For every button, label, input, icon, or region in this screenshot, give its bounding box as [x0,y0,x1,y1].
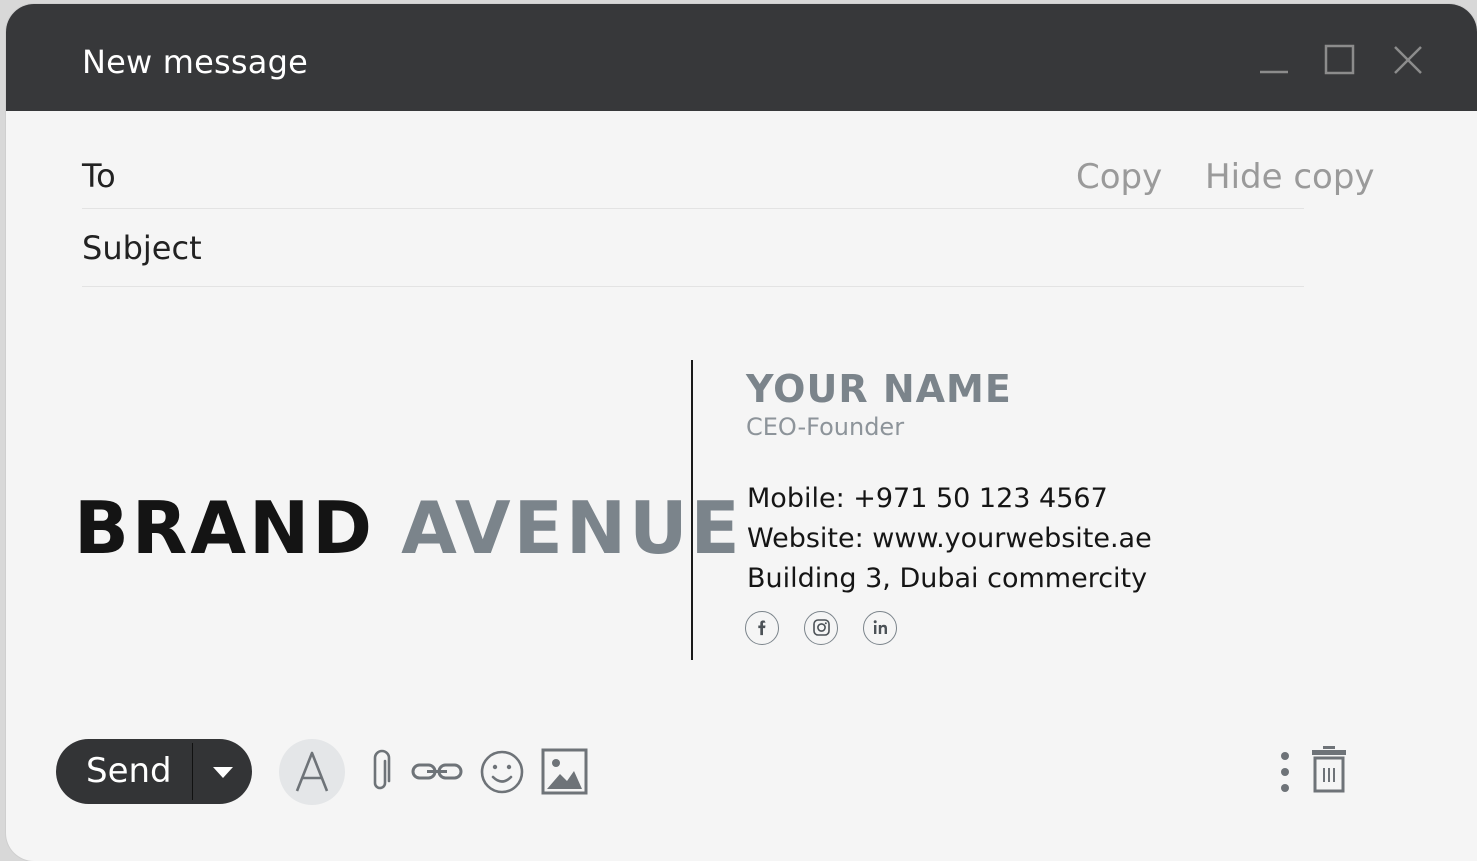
to-label[interactable]: To [82,156,116,196]
send-button-group: Send [56,739,252,804]
to-divider [82,208,1304,209]
send-button[interactable]: Send [86,751,172,791]
send-options-button[interactable] [193,739,252,804]
minimize-button[interactable] [1252,40,1296,84]
insert-image-button[interactable] [536,744,592,800]
brand-logo: BRAND AVENUE [74,488,743,568]
brand-first-word: BRAND [74,486,376,570]
image-icon [541,748,588,795]
window-title: New message [82,43,308,81]
emoji-button[interactable] [474,744,530,800]
attach-button[interactable] [353,744,409,800]
signature-role: CEO-Founder [746,413,905,441]
linkedin-icon[interactable] [863,611,897,645]
signature-name: YOUR NAME [746,367,1012,411]
copy-link[interactable]: Copy [1076,156,1162,198]
text-format-icon [295,751,329,792]
subject-divider [82,286,1304,287]
compose-window: New message To Copy Hide copy Subject BR… [6,4,1477,861]
chevron-down-icon [213,767,233,778]
emoji-icon [480,750,524,794]
facebook-icon[interactable] [745,611,779,645]
trash-icon [1312,746,1346,793]
signature-mobile: Mobile: +971 50 123 4567 [747,483,1108,514]
signature-address: Building 3, Dubai commercity [747,563,1148,594]
maximize-icon [1324,44,1355,75]
signature-divider [691,360,693,660]
subject-label[interactable]: Subject [82,228,202,268]
signature-website[interactable]: Website: www.yourwebsite.ae [747,522,1152,556]
instagram-icon[interactable] [804,611,838,645]
maximize-button[interactable] [1318,40,1362,84]
discard-button[interactable] [1300,744,1356,800]
text-format-button[interactable] [279,739,345,805]
attachment-icon [373,749,391,790]
close-button[interactable] [1386,40,1430,84]
title-bar: New message [6,4,1477,111]
minimize-icon [1260,70,1288,74]
hide-copy-link[interactable]: Hide copy [1205,156,1375,198]
close-icon [1394,46,1422,74]
insert-link-button[interactable] [409,744,465,800]
link-icon [411,763,463,780]
